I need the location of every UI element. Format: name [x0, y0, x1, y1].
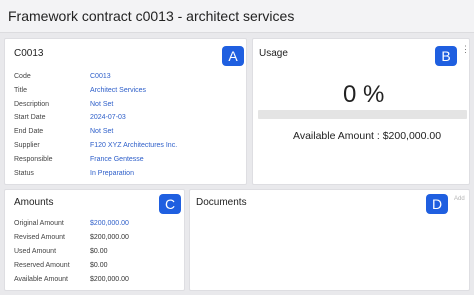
documents-badge: D — [426, 194, 448, 214]
amount-label: Revised Amount — [14, 234, 65, 241]
detail-label: Description — [14, 101, 50, 108]
usage-progress-bar — [258, 110, 467, 119]
amount-label: Available Amount — [14, 276, 68, 283]
details-card: C0013 A Code C0013 Title Architect Servi… — [4, 38, 247, 185]
detail-value-supplier[interactable]: F120 XYZ Architectures Inc. — [90, 140, 177, 152]
more-options-icon[interactable]: ⋮ — [461, 45, 470, 54]
detail-value-description[interactable]: Not Set — [90, 99, 113, 111]
detail-value-status[interactable]: In Preparation — [90, 168, 134, 180]
usage-card-title: Usage — [259, 48, 288, 59]
detail-label: Start Date — [14, 114, 46, 121]
amount-value-original[interactable]: $200,000.00 — [90, 218, 129, 230]
amount-value-available: $200,000.00 — [90, 276, 129, 283]
documents-card: Documents D Add — [189, 189, 470, 291]
usage-available-amount: Available Amount : $200,000.00 — [293, 130, 442, 142]
amount-value-revised: $200,000.00 — [90, 234, 129, 241]
detail-label: Code — [14, 73, 31, 80]
amounts-badge: C — [159, 194, 181, 214]
detail-label: End Date — [14, 128, 44, 135]
amounts-card-title: Amounts — [14, 197, 54, 208]
documents-card-title: Documents — [196, 197, 247, 208]
detail-value-title[interactable]: Architect Services — [90, 85, 146, 97]
detail-value-responsible[interactable]: France Gentesse — [90, 154, 144, 166]
details-badge: A — [222, 46, 244, 66]
detail-value-start-date[interactable]: 2024-07-03 — [90, 112, 126, 124]
details-card-title: C0013 — [14, 48, 44, 59]
detail-label: Title — [14, 87, 27, 94]
page-header: Framework contract c0013 - architect ser… — [0, 0, 474, 33]
amount-value-used: $0.00 — [90, 248, 108, 255]
usage-badge: B — [435, 46, 457, 66]
usage-percent: 0 % — [343, 81, 385, 108]
page-title: Framework contract c0013 - architect ser… — [8, 8, 295, 24]
add-document-link[interactable]: Add — [454, 196, 465, 202]
amount-label: Original Amount — [14, 220, 64, 227]
amount-label: Used Amount — [14, 248, 57, 255]
detail-value-end-date[interactable]: Not Set — [90, 126, 113, 138]
usage-card: Usage B ⋮ 0 % Available Amount : $200,00… — [252, 38, 470, 185]
amount-value-reserved: $0.00 — [90, 262, 108, 269]
amounts-card: Amounts C Original Amount $200,000.00 Re… — [4, 189, 185, 291]
detail-label: Responsible — [14, 156, 53, 163]
detail-label: Status — [14, 170, 34, 177]
detail-label: Supplier — [14, 142, 40, 149]
detail-value-code[interactable]: C0013 — [90, 71, 111, 83]
amount-label: Reserved Amount — [14, 262, 70, 269]
